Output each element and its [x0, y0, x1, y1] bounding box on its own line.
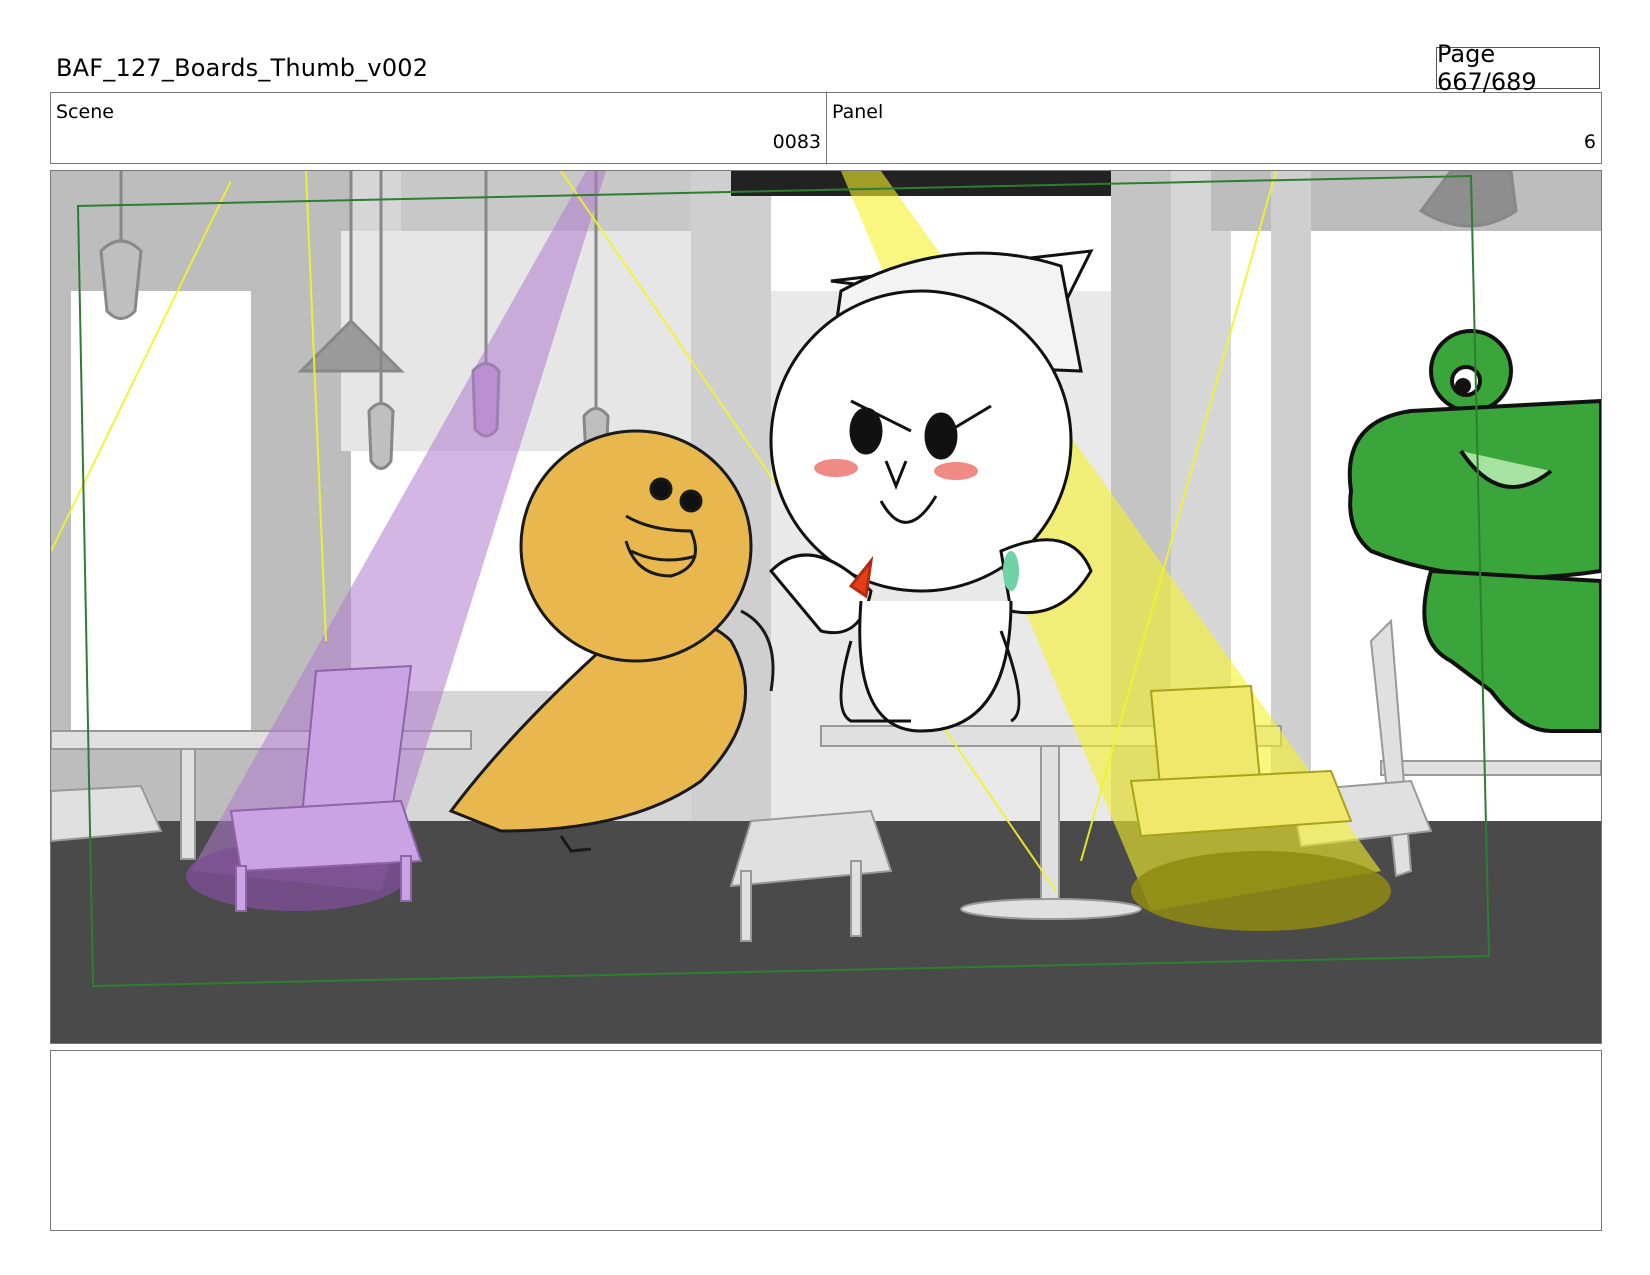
scene-cell: Scene 0083: [51, 93, 827, 163]
page-indicator: Page 667/689: [1436, 40, 1600, 96]
scene-value: 0083: [772, 131, 821, 153]
panel-cell: Panel 6: [827, 93, 1601, 163]
panel-value: 6: [1583, 131, 1596, 153]
panel-label: Panel: [832, 101, 884, 123]
notes-box: [50, 1050, 1602, 1231]
scene-panel-info: Scene 0083 Panel 6: [50, 92, 1602, 164]
scene-label: Scene: [56, 101, 114, 123]
storyboard-frame: [50, 170, 1602, 1044]
document-title: BAF_127_Boards_Thumb_v002: [56, 54, 429, 82]
storyboard-image: [51, 171, 1601, 1043]
